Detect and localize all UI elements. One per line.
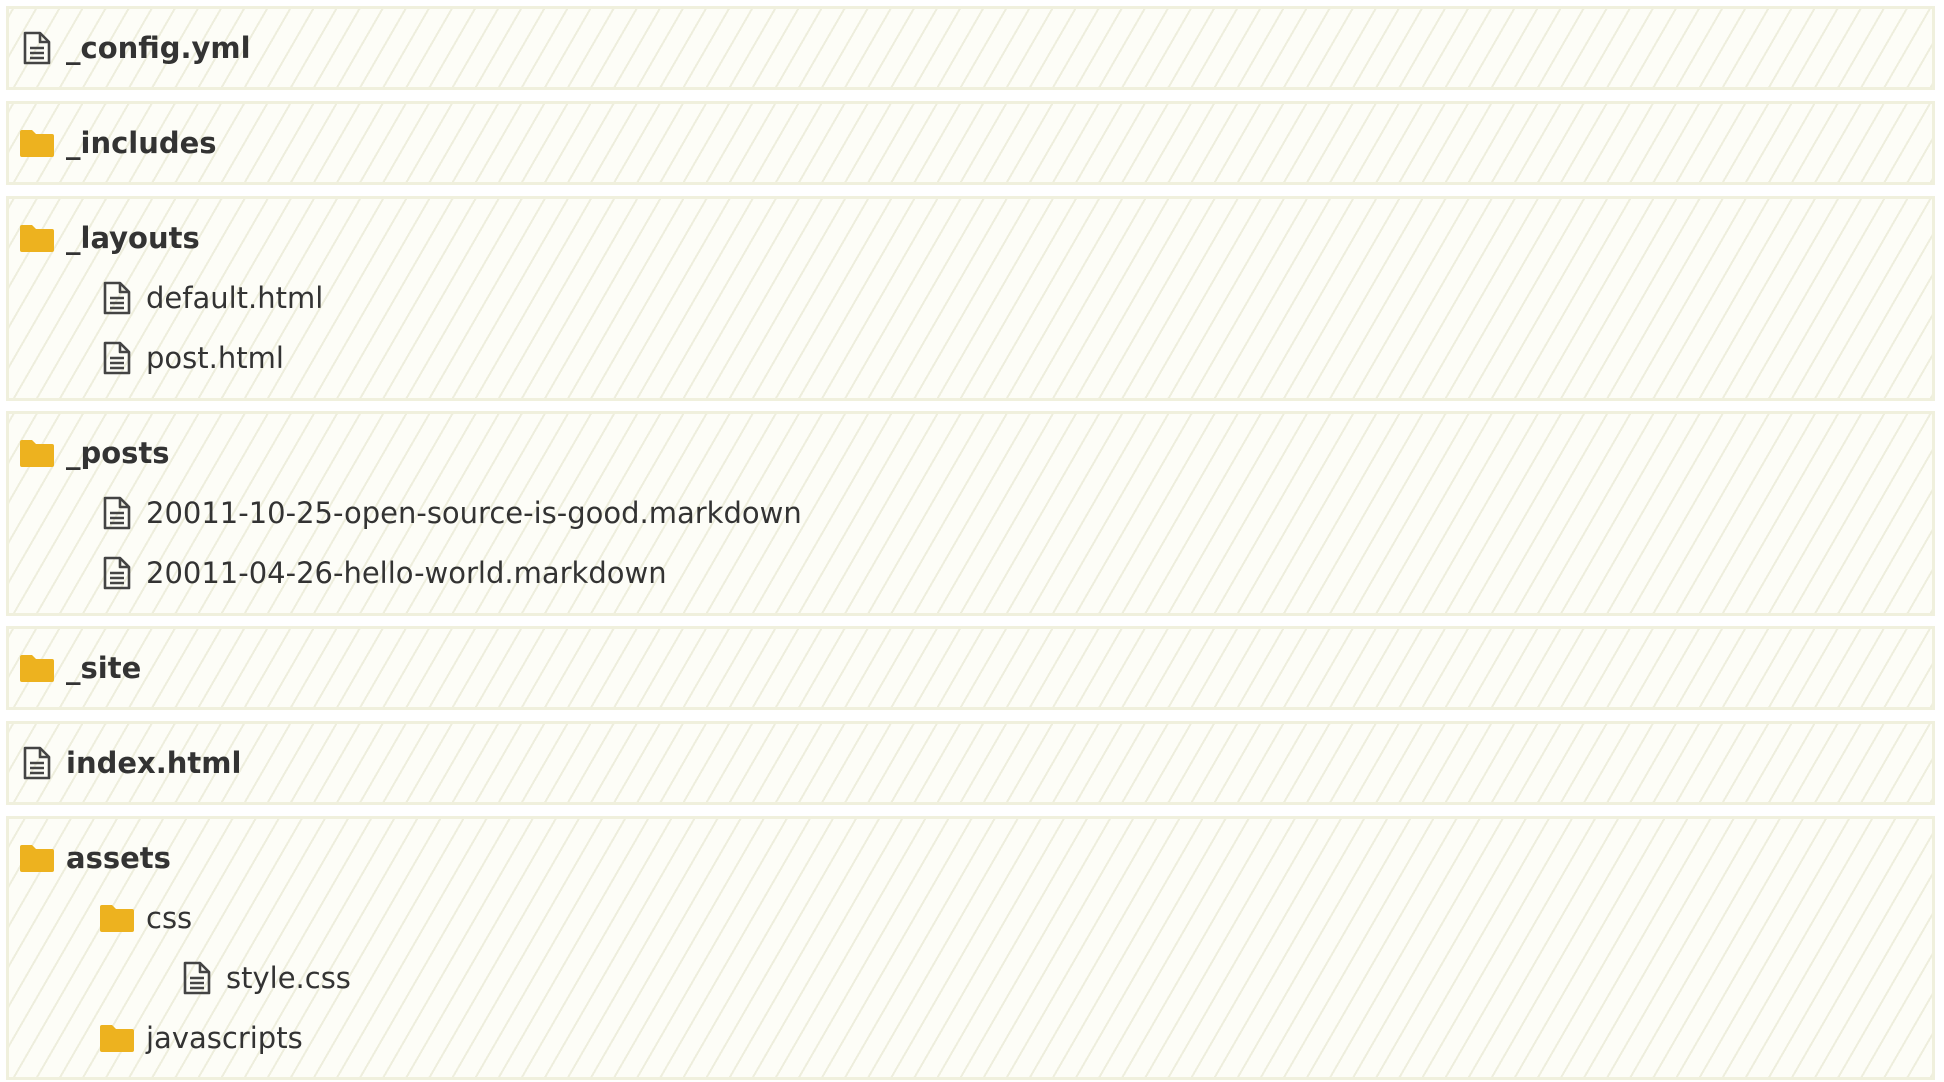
file-icon [18,28,56,68]
tree-group-index [6,721,1935,805]
tree-item-default-html[interactable]: default.html [98,270,323,326]
tree-item-label: assets [66,841,171,875]
folder-icon [18,218,56,258]
tree-item-label: style.css [226,961,351,995]
tree-item-label: css [146,901,193,935]
tree-item-config-yml[interactable]: _config.yml [18,20,251,76]
file-tree: _config.yml _includes _layouts default.h… [0,0,1944,1082]
tree-item-includes-folder[interactable]: _includes [18,115,217,171]
tree-item-label: _includes [66,126,217,160]
tree-item-index-html[interactable]: index.html [18,735,241,791]
tree-item-javascripts-folder[interactable]: javascripts [98,1010,303,1066]
tree-item-label: 20011-10-25-open-source-is-good.markdown [146,496,802,530]
tree-item-label: _site [66,651,142,685]
tree-item-style-css[interactable]: style.css [178,950,351,1006]
tree-item-label: _layouts [66,221,200,255]
folder-icon [98,898,136,938]
tree-item-label: 20011-04-26-hello-world.markdown [146,556,667,590]
tree-item-label: _posts [66,436,170,470]
tree-group-includes [6,101,1935,185]
tree-item-post-html[interactable]: post.html [98,330,284,386]
tree-item-label: default.html [146,281,324,315]
tree-item-layouts-folder[interactable]: _layouts [18,210,200,266]
file-icon [98,553,136,593]
tree-item-assets-folder[interactable]: assets [18,830,171,886]
folder-icon [18,123,56,163]
folder-icon [18,648,56,688]
tree-item-hello-world-markdown[interactable]: 20011-04-26-hello-world.markdown [98,545,667,601]
tree-item-label: javascripts [146,1021,303,1055]
tree-group-site [6,626,1935,710]
tree-item-site-folder[interactable]: _site [18,640,141,696]
tree-item-label: _config.yml [66,31,251,65]
tree-item-posts-folder[interactable]: _posts [18,425,170,481]
tree-group-config [6,6,1935,90]
file-icon [18,743,56,783]
tree-item-label: index.html [66,746,242,780]
tree-item-label: post.html [146,341,284,375]
folder-icon [98,1018,136,1058]
file-icon [98,338,136,378]
file-icon [98,278,136,318]
folder-icon [18,838,56,878]
tree-item-css-folder[interactable]: css [98,890,192,946]
folder-icon [18,433,56,473]
file-icon [98,493,136,533]
tree-item-open-source-markdown[interactable]: 20011-10-25-open-source-is-good.markdown [98,485,802,541]
file-icon [178,958,216,998]
